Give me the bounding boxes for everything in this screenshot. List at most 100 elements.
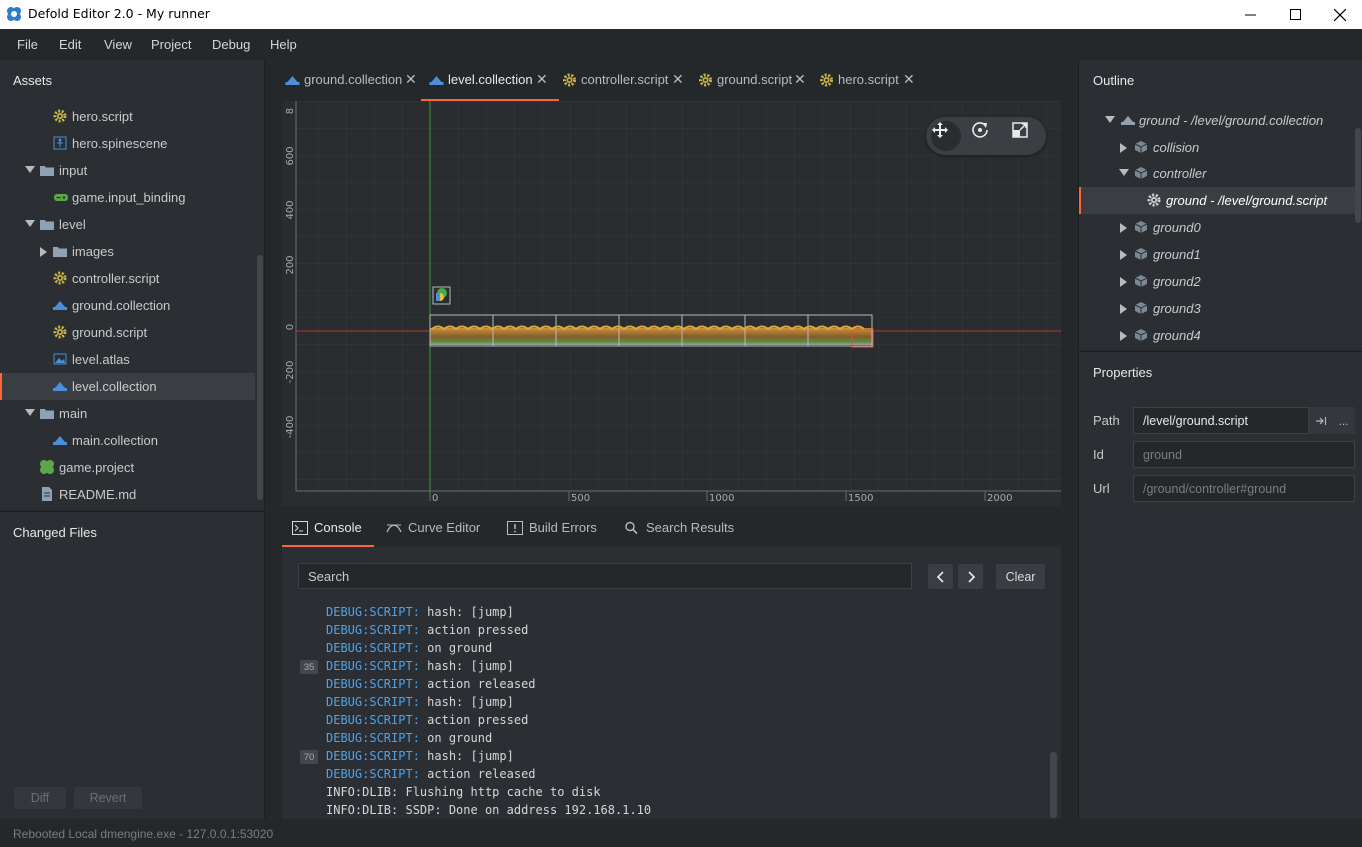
outline-scrollbar[interactable] [1355,128,1361,223]
asset-readme[interactable]: README.md [0,481,255,508]
scene-canvas[interactable]: 8 600 400 200 0 -200 -400 0 500 1000 150… [282,101,1061,506]
menu-debug[interactable]: Debug [212,37,250,52]
close-tab-icon[interactable]: ✕ [903,71,915,88]
minimize-button[interactable] [1227,0,1273,29]
tab-search-results[interactable]: Search Results [624,510,734,547]
scene-view[interactable]: 8 600 400 200 0 -200 -400 0 500 1000 150… [282,101,1061,506]
console-search-input[interactable] [298,563,912,589]
next-match-button[interactable] [958,564,983,589]
chevron-down-icon[interactable] [25,409,35,416]
asset-level-collection[interactable]: level.collection [0,373,255,400]
script-gear-icon [699,73,712,87]
close-tab-icon[interactable]: ✕ [672,71,684,88]
rotate-tool-button[interactable] [971,121,1001,151]
log-line: DEBUG:SCRIPT: hash: [jump] [326,695,514,713]
id-field[interactable]: ground [1133,441,1355,468]
chevron-right-icon[interactable] [40,247,47,257]
close-window-button[interactable] [1317,0,1362,29]
tab-label: ground.script [717,72,793,87]
x-tick-label: 1500 [848,493,873,504]
goto-path-button[interactable] [1309,407,1332,434]
chevron-right-icon[interactable] [1120,223,1127,233]
console-log[interactable]: 35 70 DEBUG:SCRIPT: hash: [jump] DEBUG:S… [282,605,1061,819]
asset-main-collection[interactable]: main.collection [0,427,255,454]
menu-file[interactable]: File [17,37,38,52]
path-field[interactable]: /level/ground.script [1133,407,1309,434]
asset-hero-script[interactable]: hero.script [0,103,255,130]
tab-hero-script[interactable]: hero.script ✕ [819,60,919,101]
log-line: DEBUG:SCRIPT: hash: [jump] [326,749,514,767]
chevron-down-icon[interactable] [1119,169,1129,176]
tab-level-collection[interactable]: level.collection ✕ [421,60,559,101]
chevron-right-icon[interactable] [1120,143,1127,153]
tab-ground-script[interactable]: ground.script ✕ [698,60,808,101]
script-gear-icon [53,271,67,285]
chevron-down-icon[interactable] [25,220,35,227]
menu-project[interactable]: Project [151,37,191,52]
folder-icon [40,220,54,230]
chevron-right-icon[interactable] [1120,304,1127,314]
clear-console-button[interactable]: Clear [996,564,1045,589]
tab-curve-editor[interactable]: Curve Editor [386,510,482,547]
console-scrollbar[interactable] [1050,752,1057,818]
close-tab-icon[interactable]: ✕ [536,71,548,88]
outline-item-ground0[interactable]: ground0 [1079,214,1355,241]
close-tab-icon[interactable]: ✕ [405,71,417,88]
asset-label: level.atlas [72,352,130,367]
browse-path-button[interactable]: ... [1332,407,1355,434]
outline-item-ground1[interactable]: ground1 [1079,241,1355,268]
document-icon [42,487,52,501]
asset-main-folder[interactable]: main [0,400,255,427]
scale-tool-button[interactable] [1011,121,1041,151]
chevron-right-icon[interactable] [1120,331,1127,341]
log-message: hash: [jump] [419,749,514,763]
collection-icon [429,76,444,85]
log-tag: DEBUG:SCRIPT: [326,713,420,727]
script-gear-icon [53,325,67,339]
menu-view[interactable]: View [104,37,132,52]
log-tag: DEBUG:SCRIPT: [326,749,420,763]
chevron-down-icon[interactable] [25,166,35,173]
asset-level-folder[interactable]: level [0,211,255,238]
outline-item-ground4[interactable]: ground4 [1079,322,1355,349]
asset-hero-spinescene[interactable]: hero.spinescene [0,130,255,157]
chevron-down-icon[interactable] [1105,116,1115,123]
tab-ground-collection[interactable]: ground.collection ✕ [285,60,417,101]
asset-label: ground.collection [72,298,171,313]
y-tick-label: 400 [285,200,296,219]
asset-ground-script[interactable]: ground.script [0,319,255,346]
tab-controller-script[interactable]: controller.script ✕ [562,60,686,101]
scale-icon [1012,122,1028,138]
chevron-right-icon[interactable] [1120,250,1127,260]
asset-label: main.collection [72,433,158,448]
asset-input-folder[interactable]: input [0,157,255,184]
outline-item-collision[interactable]: collision [1079,134,1355,161]
chevron-right-icon[interactable] [1120,277,1127,287]
outline-item-ground3[interactable]: ground3 [1079,295,1355,322]
outline-panel: Outline ground - /level/ground.collectio… [1078,60,1362,350]
asset-controller-script[interactable]: controller.script [0,265,255,292]
previous-match-button[interactable] [928,564,953,589]
asset-game-input-binding[interactable]: game.input_binding [0,184,255,211]
menu-help[interactable]: Help [270,37,297,52]
outline-item-ground-script[interactable]: ground - /level/ground.script [1079,187,1355,214]
editor-tab-bar: ground.collection ✕ level.collection ✕ c… [266,60,1077,101]
assets-scrollbar[interactable] [257,255,263,500]
tab-build-errors[interactable]: Build Errors [507,510,599,547]
menu-edit[interactable]: Edit [59,37,81,52]
diff-button[interactable]: Diff [14,787,66,809]
asset-level-atlas[interactable]: level.atlas [0,346,255,373]
close-tab-icon[interactable]: ✕ [794,71,806,88]
window-title: Defold Editor 2.0 - My runner [28,6,210,21]
outline-item-controller[interactable]: controller [1079,160,1355,187]
outline-item-ground-collection[interactable]: ground - /level/ground.collection [1079,107,1355,134]
asset-game-project[interactable]: game.project [0,454,255,481]
asset-ground-collection[interactable]: ground.collection [0,292,255,319]
outline-item-ground2[interactable]: ground2 [1079,268,1355,295]
url-field[interactable]: /ground/controller#ground [1133,475,1355,502]
tab-console[interactable]: Console [282,510,374,547]
move-tool-button[interactable] [931,121,961,151]
maximize-button[interactable] [1272,0,1318,29]
revert-button[interactable]: Revert [74,787,142,809]
asset-images-folder[interactable]: images [0,238,255,265]
